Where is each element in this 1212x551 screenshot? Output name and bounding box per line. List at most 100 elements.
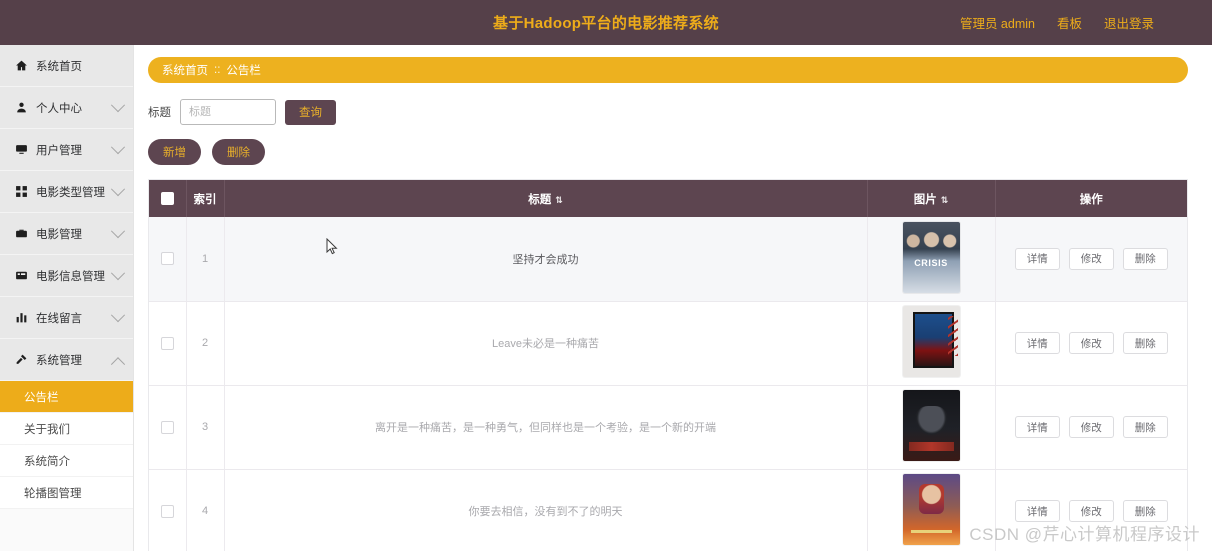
sidebar-item-online-message[interactable]: 在线留言 bbox=[0, 297, 133, 339]
edit-button[interactable]: 修改 bbox=[1068, 500, 1114, 522]
admin-link[interactable]: 管理员 admin bbox=[960, 13, 1035, 32]
detail-button[interactable]: 详情 bbox=[1014, 500, 1060, 522]
delete-row-button[interactable]: 删除 bbox=[1122, 416, 1168, 438]
sidebar-item-personal-center[interactable]: 个人中心 bbox=[0, 87, 133, 129]
table-header-row: 索引 标题 ⇅ 图片 ⇅ 操作 bbox=[149, 180, 1187, 217]
row-checkbox[interactable] bbox=[160, 336, 174, 350]
header-action-label: 操作 bbox=[1079, 193, 1103, 206]
row-title: Leave未必是一种痛苦 bbox=[224, 301, 868, 386]
detail-button[interactable]: 详情 bbox=[1014, 247, 1060, 270]
detail-button[interactable]: 详情 bbox=[1014, 416, 1060, 438]
monitor-icon bbox=[14, 143, 28, 157]
row-image-cell bbox=[867, 217, 996, 302]
grid-icon bbox=[14, 185, 28, 199]
row-checkbox-cell[interactable] bbox=[149, 217, 187, 302]
header-image[interactable]: 图片 ⇅ bbox=[867, 180, 996, 217]
breadcrumb-root[interactable]: 系统首页 bbox=[162, 62, 208, 78]
sidebar-item-movie-type-management[interactable]: 电影类型管理 bbox=[0, 171, 133, 213]
table-row: 1 坚持才会成功 详情 修改 删除 bbox=[149, 217, 1187, 302]
chevron-down-icon bbox=[110, 223, 126, 238]
edit-button[interactable]: 修改 bbox=[1068, 332, 1114, 354]
sidebar-subitem-announcement[interactable]: 公告栏 bbox=[0, 381, 133, 413]
sidebar-item-label: 电影类型管理 bbox=[36, 186, 105, 199]
sidebar-item-movie-management[interactable]: 电影管理 bbox=[0, 213, 133, 255]
row-actions: 详情 修改 删除 bbox=[995, 301, 1187, 386]
sidebar-subitem-about-us[interactable]: 关于我们 bbox=[0, 413, 133, 445]
header-action: 操作 bbox=[995, 180, 1187, 217]
sidebar-item-user-management[interactable]: 用户管理 bbox=[0, 129, 133, 171]
hero-poster[interactable] bbox=[902, 474, 960, 545]
edit-button[interactable]: 修改 bbox=[1068, 247, 1114, 270]
add-button[interactable]: 新增 bbox=[148, 139, 201, 165]
row-index: 3 bbox=[186, 385, 225, 470]
row-checkbox[interactable] bbox=[160, 504, 174, 518]
film-icon bbox=[14, 269, 28, 283]
chevron-up-icon bbox=[110, 356, 126, 371]
delete-row-button[interactable]: 删除 bbox=[1122, 500, 1168, 522]
row-title: 你要去相信，没有到不了的明天 bbox=[224, 469, 868, 551]
sidebar-item-label: 用户管理 bbox=[36, 144, 82, 157]
table-body: 1 坚持才会成功 详情 修改 删除 2 bbox=[149, 217, 1187, 551]
row-index: 2 bbox=[186, 301, 225, 386]
header-select-all[interactable] bbox=[149, 180, 187, 217]
delete-row-button[interactable]: 删除 bbox=[1122, 332, 1168, 354]
sort-icon[interactable]: ⇅ bbox=[555, 195, 563, 206]
chevron-down-icon bbox=[110, 265, 126, 280]
query-button[interactable]: 查询 bbox=[285, 99, 336, 125]
dashboard-link[interactable]: 看板 bbox=[1057, 13, 1082, 32]
row-checkbox-cell[interactable] bbox=[149, 469, 187, 551]
sidebar-item-movie-info-management[interactable]: 电影信息管理 bbox=[0, 255, 133, 297]
row-index: 4 bbox=[186, 469, 225, 551]
framed-poster[interactable] bbox=[902, 306, 960, 377]
sidebar-subitem-carousel-management[interactable]: 轮播图管理 bbox=[0, 477, 133, 509]
row-checkbox[interactable] bbox=[160, 252, 174, 266]
search-bar: 标题 查询 bbox=[148, 99, 1212, 125]
sidebar-item-label: 个人中心 bbox=[36, 102, 82, 115]
home-icon bbox=[14, 59, 28, 73]
row-title: 离开是一种痛苦，是一种勇气，但同样也是一个考验，是一个新的开端 bbox=[224, 385, 868, 470]
sidebar-item-label: 系统首页 bbox=[36, 60, 82, 73]
sort-icon[interactable]: ⇅ bbox=[941, 195, 949, 206]
breadcrumb: 系统首页 :: 公告栏 bbox=[148, 57, 1188, 83]
row-checkbox[interactable] bbox=[160, 420, 174, 434]
table-row: 3 离开是一种痛苦，是一种勇气，但同样也是一个考验，是一个新的开端 详情 修改 … bbox=[149, 385, 1187, 470]
chevron-down-icon bbox=[110, 97, 126, 112]
sidebar-item-home[interactable]: 系统首页 bbox=[0, 45, 133, 87]
row-index: 1 bbox=[186, 217, 225, 302]
select-all-checkbox[interactable] bbox=[160, 192, 174, 205]
delete-button[interactable]: 删除 bbox=[212, 139, 265, 165]
chevron-down-icon bbox=[110, 139, 126, 154]
row-checkbox-cell[interactable] bbox=[149, 385, 187, 470]
tools-icon bbox=[14, 353, 28, 367]
edit-button[interactable]: 修改 bbox=[1068, 416, 1114, 438]
header-links: 管理员 admin 看板 退出登录 bbox=[960, 0, 1154, 45]
search-input[interactable] bbox=[180, 99, 276, 125]
search-label: 标题 bbox=[148, 107, 171, 119]
row-title: 坚持才会成功 bbox=[224, 217, 868, 302]
system-management-submenu: 公告栏 关于我们 系统简介 轮播图管理 bbox=[0, 381, 133, 509]
header-title-label: 标题 bbox=[528, 193, 552, 206]
sidebar-subitem-system-intro[interactable]: 系统简介 bbox=[0, 445, 133, 477]
header-image-label: 图片 bbox=[913, 193, 937, 206]
crisis-poster[interactable] bbox=[902, 221, 960, 293]
table-toolbar: 新增 删除 bbox=[148, 139, 1212, 165]
sidebar-item-system-management[interactable]: 系统管理 bbox=[0, 339, 133, 381]
header-index: 索引 bbox=[186, 180, 225, 217]
sidebar-subitem-label: 轮播图管理 bbox=[24, 487, 82, 500]
delete-row-button[interactable]: 删除 bbox=[1122, 247, 1168, 270]
sidebar-item-label: 电影管理 bbox=[36, 228, 82, 241]
header-title[interactable]: 标题 ⇅ bbox=[224, 180, 868, 217]
detail-button[interactable]: 详情 bbox=[1014, 332, 1060, 354]
sidebar-item-label: 系统管理 bbox=[36, 354, 82, 367]
sidebar-item-label: 在线留言 bbox=[36, 312, 82, 325]
batman-poster[interactable] bbox=[902, 390, 960, 461]
row-checkbox-cell[interactable] bbox=[149, 301, 187, 386]
row-image-cell bbox=[867, 385, 996, 470]
row-actions: 详情 修改 删除 bbox=[995, 217, 1187, 302]
chart-icon bbox=[14, 311, 28, 325]
chevron-down-icon bbox=[110, 181, 126, 196]
sidebar-nav: 系统首页 个人中心 用户管理 电影类型管理 电影管理 电影信息管理 在线留言 系… bbox=[0, 45, 134, 551]
logout-link[interactable]: 退出登录 bbox=[1104, 13, 1154, 32]
sidebar-subitem-label: 公告栏 bbox=[24, 391, 59, 404]
top-header-bar: 基于Hadoop平台的电影推荐系统 管理员 admin 看板 退出登录 bbox=[0, 0, 1212, 45]
